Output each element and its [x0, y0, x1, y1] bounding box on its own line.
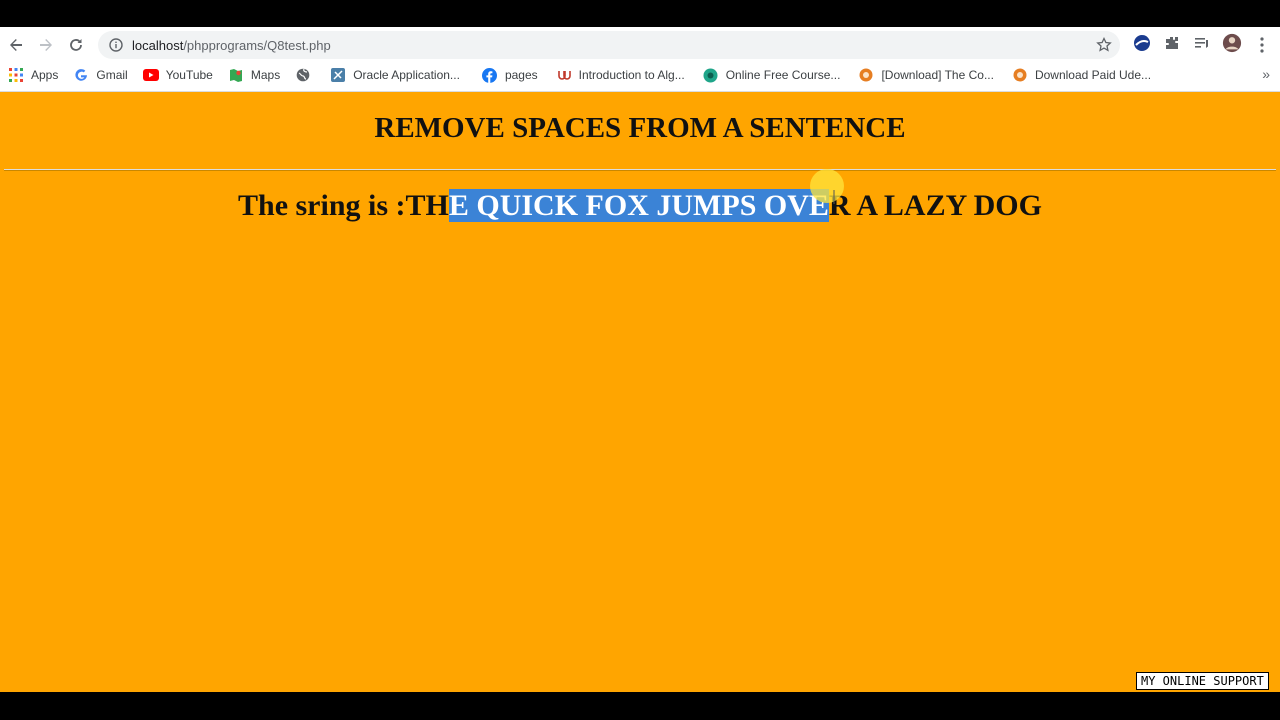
- download-site-icon: [1012, 67, 1028, 83]
- sentence-suffix: R A LAZY DOG: [828, 189, 1042, 222]
- back-arrow-icon: [10, 39, 22, 51]
- bookmark-youtube[interactable]: YouTube: [142, 67, 213, 83]
- bookmarks-bar: Apps Gmail YouTube Maps Oracle Applicati…: [0, 63, 1280, 87]
- extensions-area: [1132, 33, 1242, 53]
- web-page: REMOVE SPACES FROM A SENTENCE The sring …: [0, 92, 1280, 692]
- bookmark-oracle[interactable]: Oracle Application...: [330, 67, 460, 83]
- profile-avatar[interactable]: [1222, 33, 1242, 53]
- bookmark-maps[interactable]: Maps: [228, 67, 280, 83]
- bookmark-apps[interactable]: Apps: [8, 67, 58, 83]
- extension-globe-icon[interactable]: [1132, 33, 1152, 53]
- bookmark-label: Apps: [31, 68, 59, 82]
- bookmark-label: Gmail: [96, 68, 128, 82]
- url-path: /phpprograms/Q8test.php: [183, 37, 331, 53]
- bookmark-introduction-to-alg[interactable]: Introduction to Alg...: [556, 67, 685, 83]
- bookmark-download-the-co[interactable]: [Download] The Co...: [858, 67, 994, 83]
- bookmark-label: Maps: [250, 68, 281, 82]
- oracle-icon: [330, 67, 346, 83]
- reload-icon: [70, 39, 82, 51]
- course-icon: [703, 67, 719, 83]
- text-cursor-icon: [833, 190, 835, 204]
- globe-icon: [295, 67, 311, 83]
- bookmark-globe[interactable]: [295, 67, 318, 83]
- download-site-icon: [858, 67, 874, 83]
- bookmark-label: pages: [504, 68, 538, 82]
- url-text[interactable]: localhost/phpprograms/Q8test.php: [132, 38, 331, 53]
- selected-text: E QUICK FOX JUMPS OVE: [448, 189, 829, 222]
- apps-grid-icon: [8, 67, 24, 83]
- bookmark-label: Download Paid Ude...: [1034, 68, 1152, 82]
- reload-button[interactable]: [61, 30, 91, 60]
- extensions-puzzle-icon[interactable]: [1162, 33, 1182, 53]
- browser-toolbar: localhost/phpprograms/Q8test.php: [0, 27, 1280, 63]
- bookmark-label: [Download] The Co...: [881, 68, 994, 82]
- chrome-menu-icon[interactable]: [1254, 35, 1270, 55]
- address-bar[interactable]: localhost/phpprograms/Q8test.php: [98, 31, 1120, 59]
- video-letterbox-top: [0, 0, 1280, 27]
- bookmark-pages[interactable]: pages: [482, 67, 538, 83]
- bookmark-gmail[interactable]: Gmail: [73, 67, 128, 83]
- youtube-icon: [142, 67, 159, 83]
- google-g-icon: [73, 67, 89, 83]
- url-host: localhost: [132, 37, 184, 53]
- bookmarks-overflow-button[interactable]: »: [1262, 66, 1270, 82]
- bookmark-label: Introduction to Alg...: [578, 68, 685, 82]
- bookmark-label: Oracle Application...: [353, 68, 460, 82]
- maps-icon: [228, 67, 244, 83]
- sentence-prefix: The sring is :TH: [238, 189, 449, 222]
- browser-chrome: localhost/phpprograms/Q8test.php Apps Gm…: [0, 27, 1280, 92]
- bookmark-download-paid-ude[interactable]: Download Paid Ude...: [1012, 67, 1151, 83]
- cursor-highlight: [810, 169, 844, 203]
- bookmark-star-icon[interactable]: [1096, 36, 1112, 53]
- udemy-icon: [556, 67, 572, 83]
- forward-arrow-icon: [40, 39, 52, 51]
- horizontal-rule: [4, 169, 1276, 171]
- facebook-icon: [482, 67, 498, 83]
- result-sentence[interactable]: The sring is :THE QUICK FOX JUMPS OVER A…: [0, 189, 1280, 223]
- back-button[interactable]: [1, 30, 31, 60]
- bookmark-online-free-course[interactable]: Online Free Course...: [703, 67, 841, 83]
- forward-button[interactable]: [31, 30, 61, 60]
- page-heading: REMOVE SPACES FROM A SENTENCE: [374, 112, 906, 144]
- watermark: MY ONLINE SUPPORT: [1136, 672, 1269, 690]
- reading-list-icon[interactable]: [1192, 33, 1212, 53]
- bookmark-label: YouTube: [165, 68, 213, 82]
- site-info-icon[interactable]: [108, 37, 124, 53]
- bookmark-label: Online Free Course...: [725, 68, 841, 82]
- video-letterbox-bottom: [0, 692, 1280, 720]
